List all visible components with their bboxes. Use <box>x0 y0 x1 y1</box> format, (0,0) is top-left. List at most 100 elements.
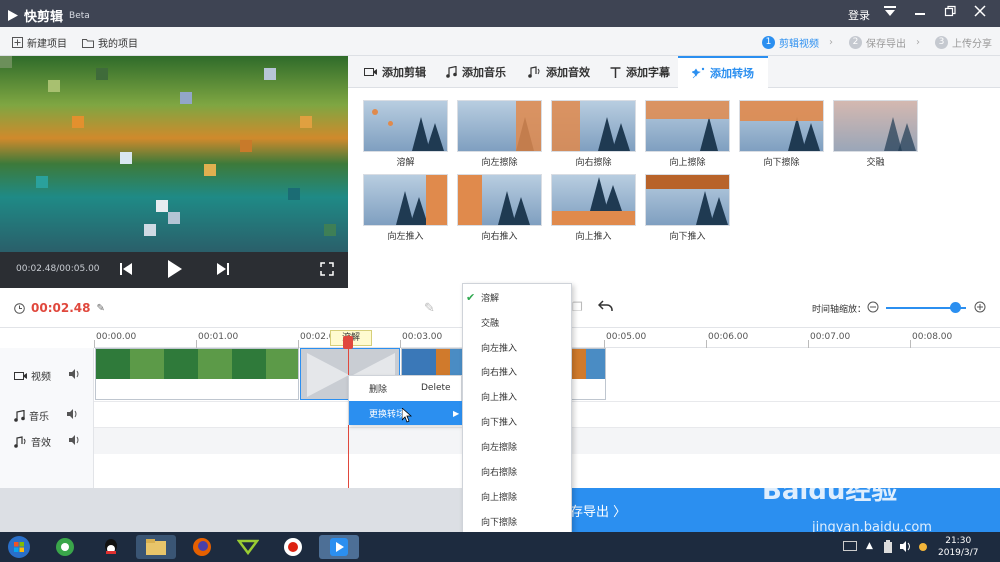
next-frame-icon[interactable] <box>217 262 229 279</box>
submenu-item-push-right[interactable]: 向右推入 <box>463 359 573 383</box>
menu-item-delete[interactable]: 删除 Delete <box>349 376 463 400</box>
transition-label: 向左推入 <box>387 232 424 242</box>
windows-taskbar: ▲ 21:30 2019/3/7 <box>0 532 1000 562</box>
maximize-icon[interactable] <box>940 4 960 22</box>
submenu-item-wipe-right[interactable]: 向右擦除 <box>463 459 573 483</box>
minimize-icon[interactable] <box>910 4 930 22</box>
asset-tabs: 添加剪辑 添加音乐 添加音效 添加字幕 添加转场 <box>348 56 1000 88</box>
menu-item-label: 更换转场 <box>369 409 406 420</box>
step-label: 上传分享 <box>952 39 992 50</box>
pencil-icon[interactable]: ✎ <box>424 301 435 316</box>
export-label: 存导出 〉 <box>570 504 627 520</box>
firefox-icon[interactable] <box>182 535 222 559</box>
close-icon[interactable] <box>970 4 990 22</box>
play-icon[interactable] <box>168 260 182 281</box>
ruler-tick-label: 00:00.00 <box>96 332 137 342</box>
transition-label: 向上推入 <box>575 232 612 242</box>
battery-icon[interactable] <box>883 540 893 556</box>
zoom-out-icon[interactable] <box>867 301 879 316</box>
transition-label: 向上擦除 <box>669 158 706 168</box>
ruler-tick-label: 00:05.00 <box>606 332 647 342</box>
previous-frame-icon[interactable] <box>120 262 132 279</box>
dropdown-menu-icon[interactable] <box>880 4 900 22</box>
step-number: 1 <box>762 36 775 49</box>
title-bar: 快剪辑 Beta 登录 <box>0 0 1000 27</box>
video-clip-1[interactable] <box>95 348 299 400</box>
new-project-button[interactable]: 新建项目 <box>12 35 67 50</box>
app-title: 快剪辑 <box>24 10 64 25</box>
qq-icon[interactable] <box>91 535 131 559</box>
timeline-zoom-handle[interactable] <box>950 302 961 313</box>
step-edit-video[interactable]: 1 剪辑视频 › <box>762 35 833 50</box>
tab-add-clip[interactable]: 添加剪辑 <box>350 56 440 88</box>
transition-thumb-wipe-left[interactable] <box>457 100 542 152</box>
my-projects-button[interactable]: 我的项目 <box>82 35 138 50</box>
speaker-icon[interactable] <box>900 541 912 555</box>
transition-thumb-push-down[interactable] <box>645 174 730 226</box>
transition-thumb-blend[interactable] <box>833 100 918 152</box>
preview-frame <box>0 56 348 252</box>
submenu-arrow-icon: ▶ <box>453 408 460 418</box>
video-track-header: 视频 <box>0 368 94 383</box>
speaker-icon[interactable] <box>69 369 80 382</box>
tab-add-transition[interactable]: 添加转场 <box>678 56 768 88</box>
tab-add-subtitle[interactable]: 添加字幕 <box>596 56 684 88</box>
tray-expand-icon[interactable]: ▲ <box>866 541 873 551</box>
transition-thumb-wipe-right[interactable] <box>551 100 636 152</box>
music-icon <box>446 66 457 78</box>
submenu-item-label: 向左推入 <box>481 343 518 354</box>
taskbar-clock[interactable]: 21:30 2019/3/7 <box>938 535 978 559</box>
track-label: 视频 <box>31 372 51 383</box>
speaker-icon[interactable] <box>67 409 78 422</box>
transition-label: 溶解 <box>396 158 415 168</box>
transition-submenu: ✔ 溶解 交融 向左推入 向右推入 向上推入 向下推入 向左擦除 向右擦除 向上擦… <box>462 283 572 533</box>
submenu-item-wipe-left[interactable]: 向左擦除 <box>463 434 573 458</box>
submenu-item-blend[interactable]: 交融 <box>463 310 573 334</box>
copy-icon[interactable]: ❐ <box>572 300 583 314</box>
step-upload-share[interactable]: 3 上传分享 <box>935 35 992 50</box>
step-save-export[interactable]: 2 保存导出 › <box>849 35 920 50</box>
track-label: 音效 <box>31 438 51 449</box>
transition-thumb-wipe-down[interactable] <box>739 100 824 152</box>
submenu-item-label: 向上推入 <box>481 392 518 403</box>
transition-thumb-push-up[interactable] <box>551 174 636 226</box>
transition-thumb-wipe-up[interactable] <box>645 100 730 152</box>
submenu-item-wipe-up[interactable]: 向上擦除 <box>463 484 573 508</box>
shortcut-label: Delete <box>421 383 451 393</box>
transition-thumb-push-left[interactable] <box>363 174 448 226</box>
kuaijianji-taskbar-icon[interactable] <box>319 535 359 559</box>
step-label: 剪辑视频 <box>779 39 819 50</box>
zoom-in-icon[interactable] <box>974 301 986 316</box>
file-explorer-icon[interactable] <box>136 535 176 559</box>
video-preview-panel: 00:02.48/00:05.00 <box>0 56 348 288</box>
folder-icon <box>82 38 94 48</box>
keyboard-icon[interactable] <box>843 541 857 554</box>
fullscreen-icon[interactable] <box>320 262 334 279</box>
submenu-item-wipe-down[interactable]: 向下擦除 <box>463 509 573 533</box>
tab-add-music[interactable]: 添加音乐 <box>432 56 520 88</box>
submenu-item-push-left[interactable]: 向左推入 <box>463 335 573 359</box>
undo-icon[interactable] <box>597 299 614 316</box>
playhead-handle[interactable] <box>343 336 353 349</box>
mouse-cursor-icon <box>401 407 413 426</box>
submenu-item-label: 向左擦除 <box>481 442 518 453</box>
notification-icon[interactable] <box>917 541 929 556</box>
edit-pencil-icon[interactable]: ✎ <box>96 303 104 314</box>
submenu-item-push-down[interactable]: 向下推入 <box>463 409 573 433</box>
transition-thumb-dissolve[interactable] <box>363 100 448 152</box>
browser-360-icon[interactable] <box>45 535 85 559</box>
chevron-right-icon: › <box>829 37 833 48</box>
menu-bar: 新建项目 我的项目 1 剪辑视频 › 2 保存导出 › 3 上传分享 <box>0 27 1000 56</box>
submenu-item-push-up[interactable]: 向上推入 <box>463 384 573 408</box>
login-link[interactable]: 登录 <box>848 7 870 23</box>
transition-label: 向下擦除 <box>763 158 800 168</box>
video-app-icon[interactable] <box>228 535 268 559</box>
speaker-icon[interactable] <box>69 435 80 448</box>
new-project-label: 新建项目 <box>27 39 67 50</box>
start-button[interactable] <box>2 535 36 559</box>
submenu-item-dissolve[interactable]: ✔ 溶解 <box>463 285 573 309</box>
transition-thumb-push-right[interactable] <box>457 174 542 226</box>
record-icon[interactable] <box>273 535 313 559</box>
tab-add-sound-effect[interactable]: 添加音效 <box>514 56 604 88</box>
watermark-brand: Baidu经验 <box>762 476 898 506</box>
